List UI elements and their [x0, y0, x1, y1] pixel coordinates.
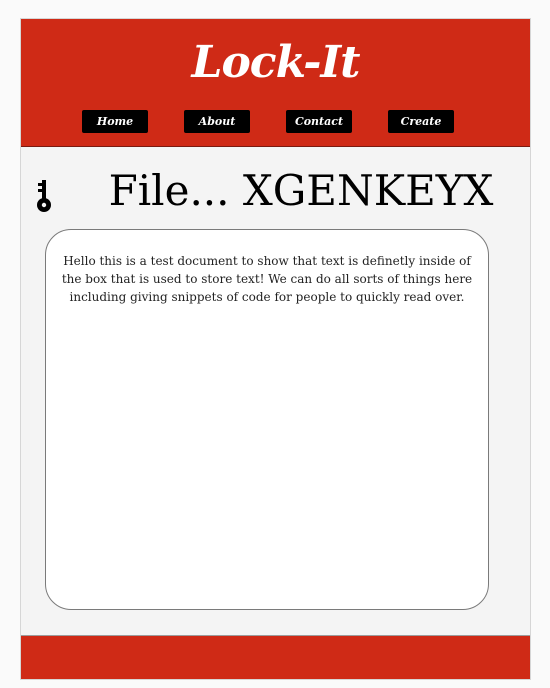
site-header: Lock-It Home About Contact Create: [21, 19, 530, 147]
site-footer: [21, 635, 530, 679]
page-container: Lock-It Home About Contact Create File..…: [20, 18, 531, 680]
nav-create-button[interactable]: Create: [388, 110, 454, 133]
main-nav: Home About Contact Create: [21, 110, 530, 134]
document-text: Hello this is a test document to show th…: [61, 254, 473, 304]
nav-home-button[interactable]: Home: [82, 110, 148, 133]
nav-about-button[interactable]: About: [184, 110, 250, 133]
nav-contact-button[interactable]: Contact: [286, 110, 352, 133]
key-icon: [37, 180, 51, 212]
file-title: File... XGENKEYX: [108, 166, 494, 215]
site-logo-text[interactable]: Lock-It: [21, 35, 530, 91]
document-content-box[interactable]: Hello this is a test document to show th…: [45, 229, 489, 610]
